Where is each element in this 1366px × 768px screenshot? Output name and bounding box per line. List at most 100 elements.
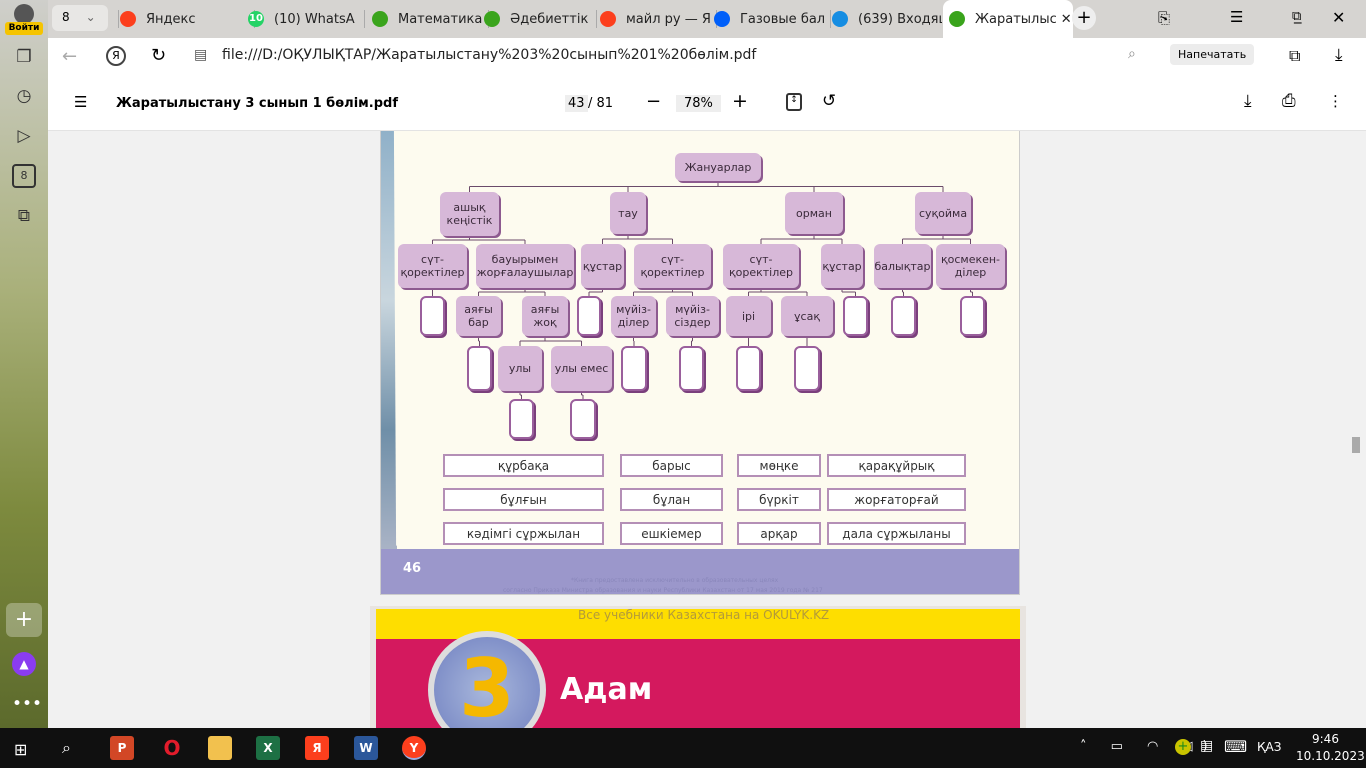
collections-icon[interactable]: ❐ [12, 45, 36, 69]
pdf-menu-icon[interactable]: ☰ [74, 93, 87, 111]
word-card: бұлан [620, 488, 723, 511]
word-card: бүркіт [737, 488, 821, 511]
url-field[interactable]: file:///D:/ОҚУЛЫҚТАР/Жаратылыстану%203%2… [222, 47, 756, 63]
zoom-level-input[interactable]: 78% [676, 95, 721, 112]
login-button[interactable]: Войти [5, 22, 43, 35]
fit-page-icon[interactable]: ↕ [786, 93, 802, 111]
tabs-counter-button[interactable]: 8 ⌄ [52, 5, 108, 31]
connector-line [602, 234, 673, 244]
tab[interactable]: Газовые бал [708, 4, 828, 34]
word-card: мөңке [737, 454, 821, 477]
add-panel-icon[interactable]: + [6, 603, 42, 637]
language-indicator[interactable]: ҚАЗ [1257, 740, 1281, 754]
downloads-icon[interactable]: ⤓ [1335, 45, 1343, 65]
tab-title: Математика [398, 11, 483, 27]
answer-box[interactable] [736, 346, 761, 391]
zoom-in-button[interactable]: + [732, 90, 748, 112]
search-page-icon[interactable]: ⌕ [1128, 46, 1136, 62]
okulyk-icon [372, 11, 388, 27]
answer-box[interactable] [577, 296, 601, 336]
zoom-out-button[interactable]: − [646, 91, 661, 112]
page-number-input[interactable]: 43 [565, 95, 588, 112]
pdf-filename: Жаратылыстану 3 сынып 1 бөлім.pdf [116, 96, 398, 111]
mail-envelope-icon [832, 11, 848, 27]
new-tab-button[interactable]: + [1072, 6, 1096, 30]
answer-box[interactable] [467, 346, 492, 391]
powerpoint-icon[interactable]: P [110, 736, 134, 760]
reload-icon[interactable]: ↻ [151, 45, 166, 66]
tab[interactable]: Математика [366, 4, 486, 34]
diagram-node: улы емес [551, 346, 612, 391]
diagram-node: аяғы жоқ [522, 296, 568, 336]
history-icon[interactable]: ◷ [12, 84, 36, 108]
whatsapp-icon: 10 [248, 11, 264, 27]
answer-box[interactable] [679, 346, 704, 391]
connector-line [633, 288, 693, 296]
extensions-icon[interactable]: ⧉ [1289, 46, 1300, 66]
tray-app-icon[interactable]: + [1175, 739, 1191, 755]
tab[interactable]: Әдебиеттік [478, 4, 594, 34]
excel-icon[interactable]: X [256, 736, 280, 760]
yandex-app-icon[interactable]: Я [305, 736, 329, 760]
menu-icon[interactable]: ☰ [1230, 8, 1243, 26]
back-icon[interactable]: ← [62, 46, 77, 67]
connector-line [970, 288, 973, 296]
watermark: Все учебники Казахстана на OKULYK.KZ [578, 608, 830, 622]
diagram-node: сүт-қоректілер [634, 244, 711, 288]
notifications-icon[interactable]: ▤ [1200, 738, 1213, 754]
start-button[interactable]: ⊞ [14, 740, 27, 759]
tab[interactable]: Жаратылыс ✕ [943, 0, 1073, 38]
chevron-down-icon: ⌄ [85, 10, 96, 24]
connector-line [469, 181, 944, 192]
connector-line [633, 336, 635, 346]
download-pdf-icon[interactable]: ⤓ [1244, 91, 1252, 111]
connector-line [902, 234, 971, 244]
tab-title: (10) WhatsA [274, 11, 355, 27]
close-tab-icon[interactable]: ✕ [1061, 12, 1072, 27]
clock-time[interactable]: 9:46 [1312, 732, 1339, 746]
answer-box[interactable] [509, 399, 534, 439]
keyboard-icon[interactable]: ⌨ [1224, 737, 1247, 756]
tray-icons[interactable]: ˄ ▭ ◠ ◁) [1080, 739, 1218, 754]
connector-line [478, 288, 546, 296]
print-icon[interactable]: ⎙ [1282, 91, 1296, 111]
file-icon: ▤ [194, 47, 208, 63]
close-window-button[interactable]: ✕ [1332, 8, 1345, 27]
answer-box[interactable] [570, 399, 596, 439]
profile-avatar[interactable] [14, 4, 34, 24]
word-icon[interactable]: W [354, 736, 378, 760]
tab[interactable]: майл ру — Я [594, 4, 714, 34]
opera-icon[interactable]: O [160, 736, 184, 760]
tab[interactable]: (639) Входящ [826, 4, 942, 34]
clock-date[interactable]: 10.10.2023 [1296, 749, 1365, 763]
file-explorer-icon[interactable] [208, 736, 232, 760]
answer-box[interactable] [891, 296, 916, 336]
screenshot-icon[interactable]: ⧉ [12, 204, 36, 228]
print-button[interactable]: Напечатать [1170, 44, 1255, 65]
alice-icon[interactable]: ▲ [12, 652, 36, 676]
rotate-icon[interactable]: ↺ [822, 91, 836, 111]
window-restore-button[interactable]: ⧉ [1292, 9, 1301, 24]
answer-box[interactable] [843, 296, 868, 336]
search-icon[interactable]: ⌕ [62, 738, 71, 758]
diagram-node: тау [610, 192, 646, 234]
tab[interactable]: Яндекс [114, 4, 252, 34]
video-icon[interactable]: ▷ [12, 124, 36, 148]
more-icon[interactable]: ••• [12, 692, 42, 716]
windows-taskbar: ⊞ ⌕ P O X Я W Y ˄ ▭ ◠ ◁) + ▤ ⌨ ҚАЗ 9:46 … [0, 728, 1366, 768]
diagram-node: қосмекен-ділер [936, 244, 1005, 288]
word-card: ешкіемер [620, 522, 723, 545]
tab[interactable]: 10 (10) WhatsA [242, 4, 362, 34]
yandex-browser-icon[interactable]: Y [402, 736, 426, 760]
answer-box[interactable] [621, 346, 647, 391]
answer-box[interactable] [420, 296, 445, 336]
scrollbar-thumb[interactable] [1352, 437, 1360, 453]
answer-box[interactable] [794, 346, 820, 391]
more-options-icon[interactable]: ⋮ [1328, 92, 1343, 110]
connector-line [691, 336, 693, 346]
yandex-home-icon[interactable]: Я [106, 46, 126, 66]
tabs-count-icon[interactable]: 8 [12, 164, 36, 188]
answer-box[interactable] [960, 296, 985, 336]
diagram-node: балықтар [874, 244, 931, 288]
bookmarks-icon[interactable]: ⎘ [1158, 9, 1170, 27]
